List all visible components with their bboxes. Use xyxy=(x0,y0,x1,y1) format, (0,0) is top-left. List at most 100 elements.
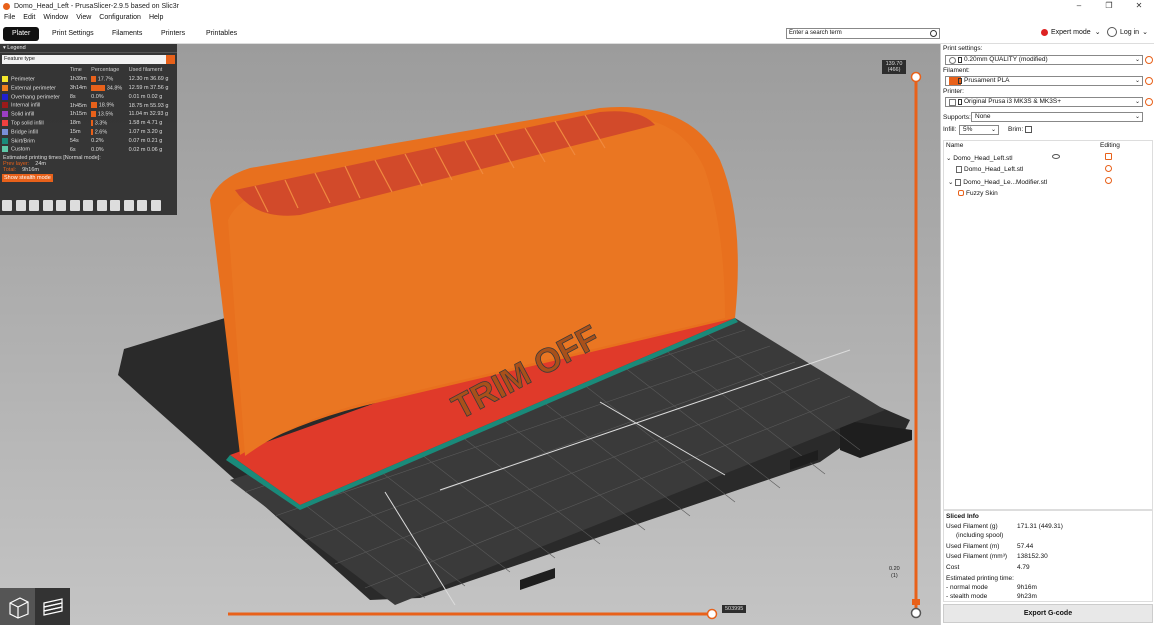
color-changes-icon[interactable] xyxy=(83,200,93,211)
feature-name: Overhang perimeter xyxy=(11,94,60,101)
color-swatch xyxy=(2,84,8,91)
legend-row[interactable]: Top solid infill 18m 3.3% 1.58 m 4.71 g xyxy=(1,119,175,128)
show-stealth-mode-button[interactable]: Show stealth mode xyxy=(2,173,53,182)
legend-row[interactable]: Bridge infill 15m 2.6% 1.07 m 3.20 g xyxy=(1,128,175,137)
pause-prints-icon[interactable] xyxy=(96,200,107,211)
feature-length: 0.02 m xyxy=(128,146,146,153)
export-gcode-button[interactable]: Export G-code xyxy=(943,604,1153,623)
feature-time: 15m xyxy=(69,128,81,135)
setting-row[interactable]: Fuzzy Skin xyxy=(958,190,998,197)
sliced-label: Cost xyxy=(946,564,960,571)
menu-file[interactable]: File xyxy=(4,14,15,21)
preview-button[interactable] xyxy=(35,588,70,625)
edit-print-settings-icon[interactable] xyxy=(1145,56,1153,64)
feature-length: 0.07 m xyxy=(128,137,146,144)
total-label: Total: xyxy=(3,166,17,173)
filament-value: Prusament PLA xyxy=(964,77,1010,84)
legend-row[interactable]: Internal infill 1h45m 18.9% 18.75 m 55.93 … xyxy=(1,101,175,110)
object-row[interactable]: ⌄ Domo_Head_Left.stl xyxy=(946,154,1013,162)
tab-printables[interactable]: Printables xyxy=(197,27,246,41)
feature-percentage: 34.8% xyxy=(106,85,123,92)
modifier-settings-icon[interactable] xyxy=(1105,177,1112,184)
feature-length: 18.75 m xyxy=(128,102,149,109)
color-swatch xyxy=(2,111,8,118)
menu-view[interactable]: View xyxy=(76,14,91,21)
shells-icon[interactable] xyxy=(137,200,147,211)
feature-weight: 37.56 g xyxy=(150,84,169,91)
deretractions-icon[interactable] xyxy=(42,200,53,211)
login-button[interactable]: Log in ⌄ xyxy=(1107,27,1148,37)
legend-row[interactable]: Perimeter 1h39m 17.7% 12.30 m 36.69 g xyxy=(1,75,175,84)
feature-time: 54s xyxy=(69,137,79,144)
legend-row[interactable]: Skirt/Brim 54s 0.2% 0.07 m 0.21 g xyxy=(1,136,175,145)
feature-time: 3h14m xyxy=(69,84,87,91)
window-controls: – ❐ ✕ xyxy=(1064,0,1154,12)
lock-icon xyxy=(958,57,962,63)
sliced-info-title: Sliced Info xyxy=(946,513,979,520)
tab-printers[interactable]: Printers xyxy=(152,27,194,41)
3d-view-button[interactable] xyxy=(0,588,35,625)
mode-selector[interactable]: Expert mode ⌄ xyxy=(1041,28,1101,36)
total-value: 9h16m xyxy=(22,166,39,173)
legend-row[interactable]: External perimeter 3h14m 34.8% 12.59 m 37.… xyxy=(1,84,175,93)
legend-row[interactable]: Solid infill 1h15m 13.5% 11.04 m 32.93 g xyxy=(1,110,175,119)
menu-configuration[interactable]: Configuration xyxy=(99,14,141,21)
infill-combo[interactable]: 5% ⌄ xyxy=(959,125,999,135)
maximize-icon[interactable]: ❐ xyxy=(1094,0,1124,12)
view-type-select[interactable]: Feature type xyxy=(2,55,175,64)
retractions-icon[interactable] xyxy=(29,200,39,211)
cube-icon xyxy=(8,596,29,619)
edit-printer-icon[interactable] xyxy=(1145,98,1153,106)
legend-row[interactable]: Overhang perimeter 8s 0.0% 0.01 m 0.02 g xyxy=(1,92,175,101)
modifier-row[interactable]: ⌄ Domo_Head_Le...Modifier.stl xyxy=(948,178,1047,186)
filament-combo[interactable]: Prusament PLA ⌄ xyxy=(945,76,1143,86)
tab-plater[interactable]: Plater xyxy=(3,27,40,41)
color-swatch xyxy=(2,137,8,144)
search-input[interactable]: Enter a search term xyxy=(786,28,940,39)
feature-weight: 0.02 g xyxy=(147,93,163,100)
eye-icon[interactable] xyxy=(1052,154,1060,159)
printer-combo[interactable]: Original Prusa i3 MK3S & MK3S+ ⌄ xyxy=(945,97,1143,107)
object-settings-icon[interactable] xyxy=(1105,153,1112,160)
legend-table: Time Percentage Used filament Perimeter 1… xyxy=(1,66,175,154)
feature-weight: 0.06 g xyxy=(147,146,163,153)
close-icon[interactable]: ✕ xyxy=(1124,0,1154,12)
minimize-icon[interactable]: – xyxy=(1064,0,1094,12)
menu-edit[interactable]: Edit xyxy=(23,14,35,21)
legend-row[interactable]: Custom 6s 0.0% 0.02 m 0.06 g xyxy=(1,145,175,154)
seams-icon[interactable] xyxy=(56,200,66,211)
volume-row[interactable]: Domo_Head_Left.stl xyxy=(956,166,1023,173)
menu-window[interactable]: Window xyxy=(43,14,68,21)
center-of-gravity-icon[interactable] xyxy=(123,200,134,211)
filament-label: Filament: xyxy=(943,67,970,74)
wipe-icon[interactable] xyxy=(15,200,26,211)
tab-filaments[interactable]: Filaments xyxy=(103,27,151,41)
travel-icon[interactable] xyxy=(2,200,12,211)
volume-settings-icon[interactable] xyxy=(1105,165,1112,172)
menu-help[interactable]: Help xyxy=(149,14,163,21)
feature-length: 12.30 m xyxy=(128,76,149,83)
brim-checkbox[interactable] xyxy=(1025,126,1032,133)
col-name-header[interactable]: Name xyxy=(946,142,963,149)
bottom-height: 0.20 xyxy=(889,566,900,572)
feature-percentage: 13.5% xyxy=(97,111,114,118)
tool-marker-icon[interactable] xyxy=(150,200,161,211)
menu-bar: File Edit Window View Configuration Help xyxy=(0,12,1154,23)
modifier-name: Domo_Head_Le...Modifier.stl xyxy=(963,179,1048,186)
tab-print-settings[interactable]: Print Settings xyxy=(43,27,103,41)
col-editing-header[interactable]: Editing xyxy=(1100,142,1120,149)
supports-value: None xyxy=(975,113,991,120)
layers-icon xyxy=(42,597,63,616)
bed-clip-left xyxy=(520,568,555,590)
edit-filament-icon[interactable] xyxy=(1145,77,1153,85)
legend-header[interactable]: ▾ Legend xyxy=(0,44,177,53)
percentage-bar xyxy=(91,111,97,118)
custom-gcodes-icon[interactable] xyxy=(110,200,120,211)
search-icon[interactable] xyxy=(930,30,937,37)
chevron-down-icon: ⌄ xyxy=(1134,99,1140,105)
printer-label: Printer: xyxy=(943,88,964,95)
print-settings-combo[interactable]: 0.20mm QUALITY (modified) ⌄ xyxy=(945,55,1143,65)
supports-combo[interactable]: None ⌄ xyxy=(971,112,1143,122)
percentage-bar xyxy=(91,128,94,135)
tool-changes-icon[interactable] xyxy=(69,200,80,211)
